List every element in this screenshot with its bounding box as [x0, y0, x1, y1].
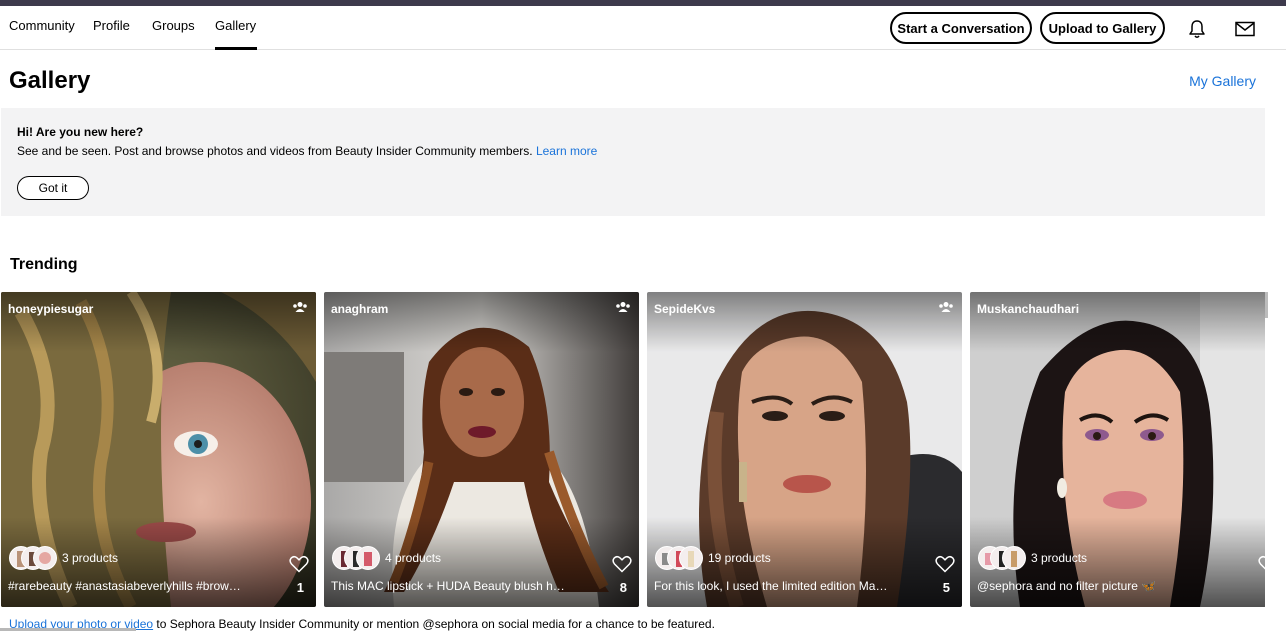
post-username[interactable]: anaghram: [331, 302, 388, 316]
tab-community[interactable]: Community: [9, 18, 75, 50]
product-count[interactable]: 3 products: [1031, 551, 1087, 565]
banner-heading: Hi! Are you new here?: [17, 125, 144, 139]
community-nav: Community Profile Groups Gallery Start a…: [0, 6, 1286, 50]
photo-shade: [970, 292, 1265, 352]
welcome-banner: Hi! Are you new here? See and be seen. P…: [1, 108, 1265, 216]
product-thumbnails[interactable]: [655, 546, 705, 570]
post-username[interactable]: Muskanchaudhari: [977, 302, 1079, 316]
mail-icon[interactable]: [1234, 18, 1256, 40]
product-thumbnails[interactable]: [332, 546, 382, 570]
product-thumbnail: [679, 546, 703, 570]
product-thumbnail: [356, 546, 380, 570]
tab-profile[interactable]: Profile: [93, 18, 130, 50]
product-thumbnail: [1002, 546, 1026, 570]
product-count[interactable]: 3 products: [62, 551, 118, 565]
group-icon: [1265, 292, 1286, 332]
product-thumbnail: [33, 546, 57, 570]
banner-text: See and be seen. Post and browse photos …: [17, 144, 597, 158]
like-count: 8: [619, 580, 627, 595]
like-count: 5: [942, 580, 950, 595]
tab-groups[interactable]: Groups: [152, 18, 195, 50]
product-thumbnails[interactable]: [9, 546, 59, 570]
photo-shade: [647, 292, 962, 352]
got-it-button[interactable]: Got it: [17, 176, 89, 200]
trending-carousel: honeypiesugar 3 products #rarebeauty #an…: [1, 292, 1265, 607]
heart-icon[interactable]: [612, 555, 632, 573]
upload-prompt-text: to Sephora Beauty Insider Community or m…: [153, 617, 715, 631]
gallery-card[interactable]: honeypiesugar 3 products #rarebeauty #an…: [1, 292, 316, 607]
post-caption[interactable]: #rarebeauty #anastasiabeverlyhills #brow…: [8, 579, 248, 593]
banner-body: See and be seen. Post and browse photos …: [17, 144, 533, 158]
gallery-card[interactable]: SepideKvs 19 products For this look, I u…: [647, 292, 962, 607]
post-username[interactable]: honeypiesugar: [8, 302, 93, 316]
group-icon: [939, 302, 953, 312]
gallery-card[interactable]: Muskanchaudhari 3 products @sephora and …: [970, 292, 1265, 607]
photo-shade: [324, 292, 639, 352]
product-count[interactable]: 19 products: [708, 551, 771, 565]
my-gallery-link[interactable]: My Gallery: [1189, 73, 1256, 89]
gallery-card[interactable]: anaghram 4 products This MAC lipstick + …: [324, 292, 639, 607]
heart-icon[interactable]: [1258, 555, 1265, 573]
start-conversation-button[interactable]: Start a Conversation: [890, 12, 1032, 44]
tab-gallery[interactable]: Gallery: [215, 18, 258, 50]
trending-heading: Trending: [10, 256, 78, 273]
heart-icon[interactable]: [935, 555, 955, 573]
learn-more-link[interactable]: Learn more: [536, 144, 597, 158]
post-caption[interactable]: This MAC lipstick + HUDA Beauty blush h…: [331, 579, 571, 593]
post-caption[interactable]: @sephora and no filter picture 🦋: [977, 579, 1227, 593]
heart-icon[interactable]: [289, 555, 309, 573]
product-count[interactable]: 4 products: [385, 551, 441, 565]
group-icon: [616, 302, 630, 312]
page-title: Gallery: [9, 67, 91, 94]
upload-to-gallery-button[interactable]: Upload to Gallery: [1040, 12, 1165, 44]
photo-shade: [1, 292, 316, 352]
post-username[interactable]: SepideKvs: [654, 302, 715, 316]
post-caption[interactable]: For this look, I used the limited editio…: [654, 579, 894, 593]
product-thumbnails[interactable]: [978, 546, 1028, 570]
bell-icon[interactable]: [1186, 18, 1208, 40]
like-count: 1: [296, 580, 304, 595]
group-icon: [293, 302, 307, 312]
carousel-edge: [1265, 292, 1286, 607]
